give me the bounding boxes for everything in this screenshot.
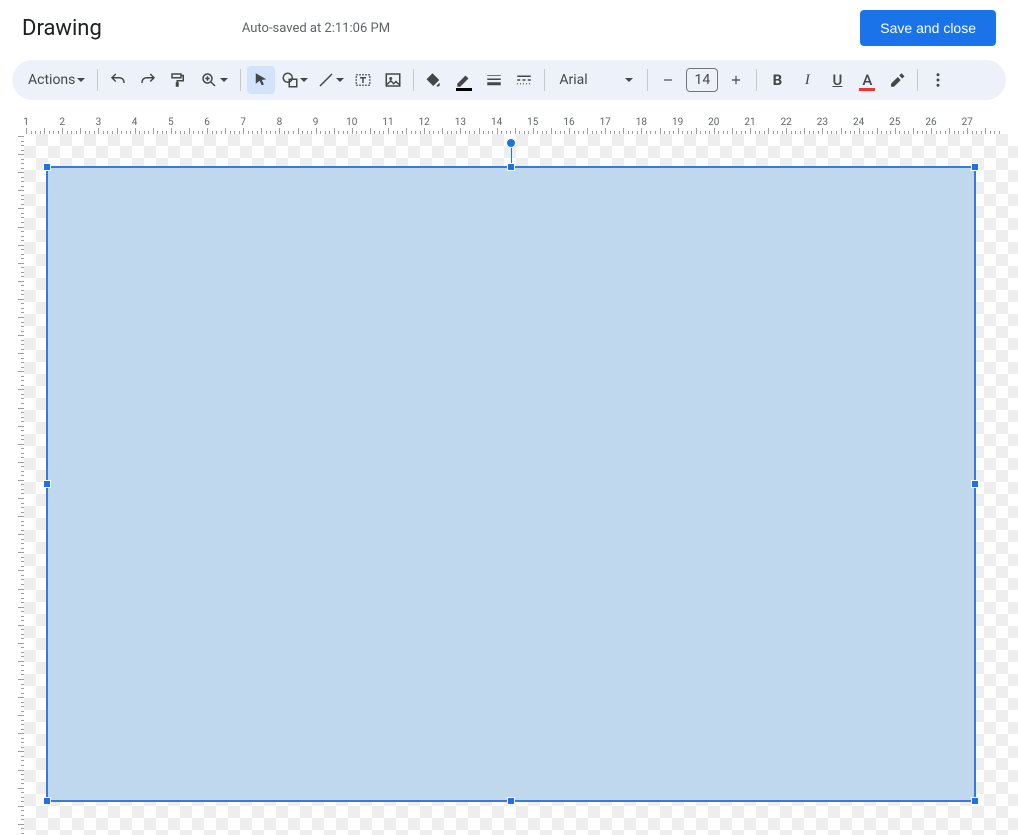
more-options-button[interactable] — [924, 66, 952, 94]
vertical-ruler — [0, 134, 24, 835]
resize-handle-sw[interactable] — [43, 797, 51, 805]
font-name-label: Arial — [559, 72, 587, 88]
border-dash-button[interactable] — [510, 66, 538, 94]
textbox-icon — [354, 71, 372, 89]
image-icon — [384, 71, 402, 89]
paint-bucket-icon — [425, 71, 443, 89]
toolbar-separator — [544, 69, 545, 91]
shapes-icon — [281, 71, 299, 89]
toolbar-separator — [97, 69, 98, 91]
shape-tool-button[interactable] — [277, 66, 311, 94]
toolbar-separator — [647, 69, 648, 91]
line-weight-icon — [485, 71, 503, 89]
highlight-color-button[interactable] — [883, 66, 911, 94]
decrease-font-size-button[interactable] — [654, 66, 682, 94]
selected-rectangle-shape[interactable] — [46, 166, 976, 802]
redo-icon — [139, 71, 157, 89]
font-family-select[interactable]: Arial — [551, 66, 641, 94]
line-dash-icon — [515, 71, 533, 89]
underline-button[interactable]: U — [823, 66, 851, 94]
pen-icon — [455, 73, 473, 87]
line-icon — [317, 71, 335, 89]
textbox-tool-button[interactable] — [349, 66, 377, 94]
minus-icon — [661, 73, 675, 87]
caret-down-icon — [220, 78, 228, 82]
horizontal-ruler: 1234567891011121314151617181920212223242… — [24, 114, 1018, 134]
fill-color-button[interactable] — [420, 66, 448, 94]
text-color-swatch — [859, 88, 875, 91]
italic-button[interactable]: I — [793, 66, 821, 94]
text-color-button[interactable]: A — [853, 66, 881, 94]
toolbar-separator — [917, 69, 918, 91]
border-color-button[interactable] — [450, 66, 478, 94]
redo-button[interactable] — [134, 66, 162, 94]
dialog-header: Drawing Auto-saved at 2:11:06 PM Save an… — [0, 0, 1018, 60]
undo-icon — [109, 71, 127, 89]
caret-down-icon — [336, 78, 344, 82]
resize-handle-nw[interactable] — [43, 163, 51, 171]
zoom-icon — [200, 71, 218, 89]
toolbar-separator — [240, 69, 241, 91]
resize-handle-n[interactable] — [507, 163, 515, 171]
border-weight-button[interactable] — [480, 66, 508, 94]
resize-handle-ne[interactable] — [971, 163, 979, 171]
line-tool-button[interactable] — [313, 66, 347, 94]
caret-down-icon — [625, 78, 633, 82]
dialog-title: Drawing — [22, 16, 102, 41]
text-color-letter: A — [862, 71, 872, 89]
toolbar-separator — [756, 69, 757, 91]
cursor-icon — [252, 71, 270, 89]
bold-button[interactable]: B — [763, 66, 791, 94]
caret-down-icon — [300, 78, 308, 82]
highlighter-icon — [888, 71, 906, 89]
resize-handle-se[interactable] — [971, 797, 979, 805]
drawing-canvas[interactable] — [24, 134, 1018, 835]
resize-handle-s[interactable] — [507, 797, 515, 805]
select-tool-button[interactable] — [247, 66, 275, 94]
image-tool-button[interactable] — [379, 66, 407, 94]
save-and-close-button[interactable]: Save and close — [860, 10, 996, 46]
paint-format-button[interactable] — [164, 66, 192, 94]
undo-button[interactable] — [104, 66, 132, 94]
rotation-handle[interactable] — [506, 138, 516, 148]
resize-handle-w[interactable] — [43, 480, 51, 488]
border-color-swatch — [456, 88, 472, 91]
actions-menu-button[interactable]: Actions — [22, 66, 91, 94]
toolbar-separator — [413, 69, 414, 91]
resize-handle-e[interactable] — [971, 480, 979, 488]
plus-icon — [729, 73, 743, 87]
actions-label: Actions — [28, 72, 75, 88]
increase-font-size-button[interactable] — [722, 66, 750, 94]
zoom-button[interactable] — [194, 66, 234, 94]
paint-roller-icon — [169, 71, 187, 89]
more-vert-icon — [929, 71, 947, 89]
font-size-input[interactable]: 14 — [686, 68, 718, 92]
toolbar: Actions — [12, 60, 1006, 100]
autosave-status: Auto-saved at 2:11:06 PM — [242, 21, 860, 36]
caret-down-icon — [77, 78, 85, 82]
drawing-workspace: 1234567891011121314151617181920212223242… — [0, 114, 1018, 835]
